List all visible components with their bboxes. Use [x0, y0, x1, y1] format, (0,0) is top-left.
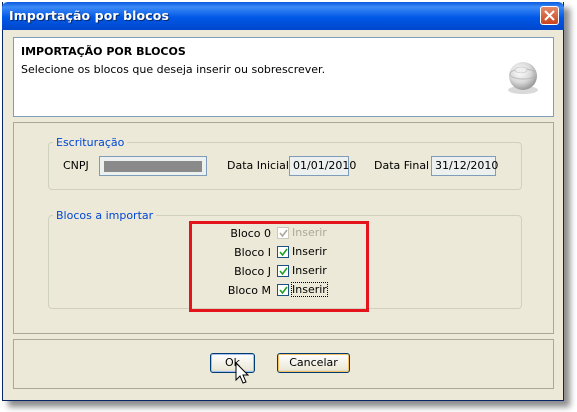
data-final-label: Data Final: [374, 159, 430, 172]
cnpj-field[interactable]: [99, 156, 207, 176]
mouse-pointer-icon: [235, 362, 250, 384]
close-icon: [544, 10, 555, 21]
globe-icon: [508, 62, 538, 94]
window-title: Importação por blocos: [9, 8, 169, 23]
highlight-box: [189, 221, 369, 312]
blocos-legend: Blocos a importar: [56, 209, 154, 222]
header-panel: IMPORTAÇÃO POR BLOCOS Selecione os bloco…: [13, 37, 554, 117]
cancel-button[interactable]: Cancelar: [277, 353, 350, 373]
cnpj-redacted: [104, 161, 202, 172]
header-title: IMPORTAÇÃO POR BLOCOS: [21, 45, 186, 58]
dialog-body: IMPORTAÇÃO POR BLOCOS Selecione os bloco…: [6, 30, 560, 397]
close-button[interactable]: [540, 6, 559, 25]
dialog-window: Importação por blocos IMPORTAÇÃO POR BLO…: [2, 2, 564, 401]
header-subtitle: Selecione os blocos que deseja inserir o…: [21, 63, 326, 76]
title-bar[interactable]: Importação por blocos: [2, 2, 564, 30]
data-final-field[interactable]: 31/12/2010: [431, 156, 498, 176]
escrituracao-group: Escrituração CNPJ Data Inicial 01/01/201…: [48, 136, 522, 190]
data-inicial-field[interactable]: 01/01/2010: [289, 156, 356, 176]
data-inicial-label: Data Inicial: [227, 159, 289, 172]
escrituracao-legend: Escrituração: [56, 136, 125, 149]
cnpj-label: CNPJ: [63, 159, 89, 172]
